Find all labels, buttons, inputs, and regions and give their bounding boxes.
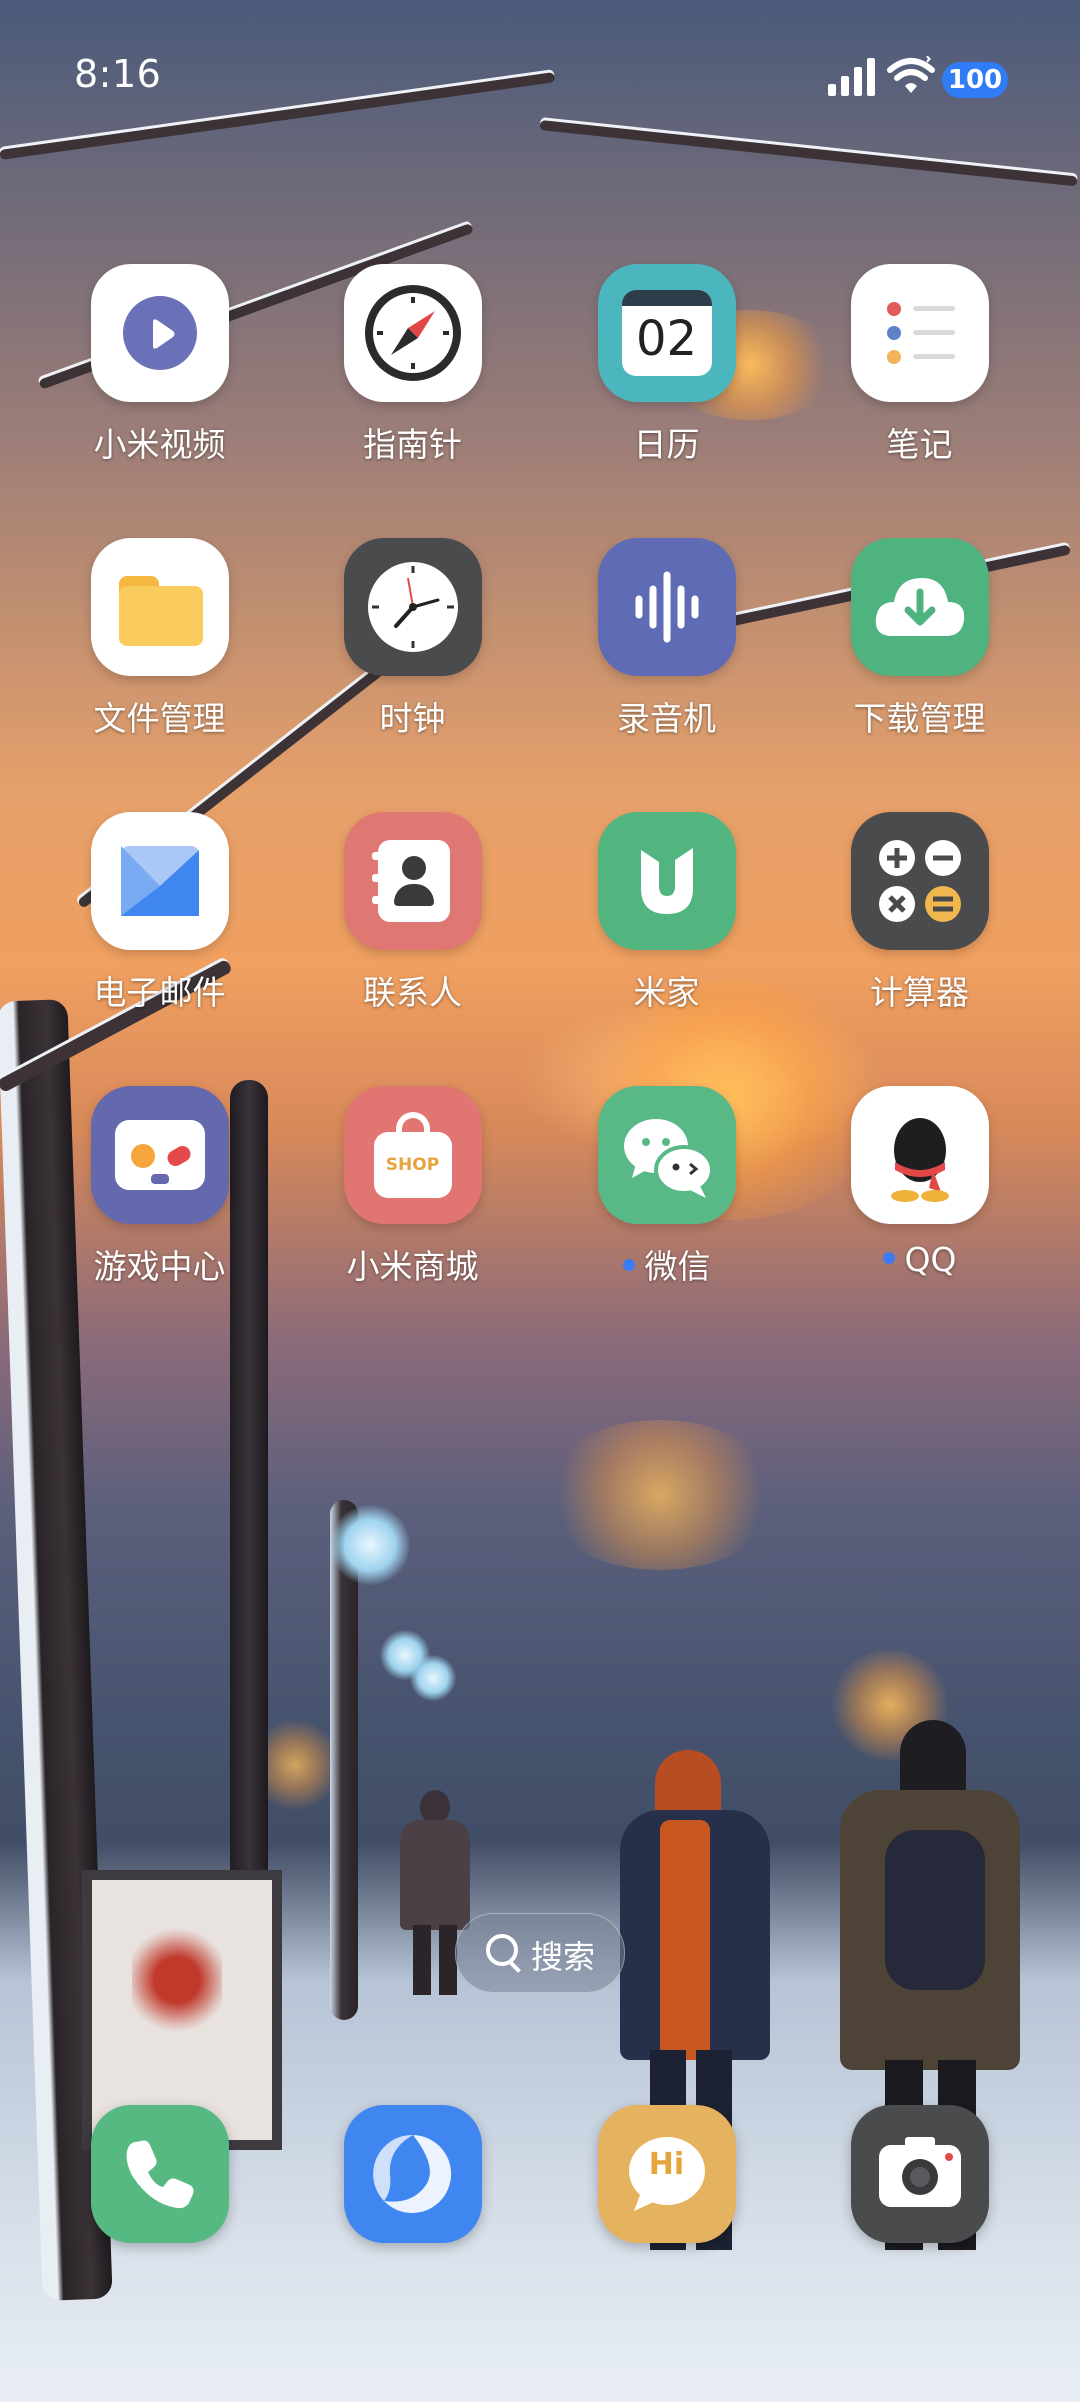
phone-icon[interactable]	[90, 2105, 229, 2243]
status-time: 8:16	[74, 52, 162, 96]
app-calendar[interactable]: 02 日历	[540, 264, 793, 466]
new-update-dot	[622, 1258, 635, 1271]
notes-icon[interactable]	[850, 264, 989, 402]
dock-messages[interactable]: Hi	[540, 2105, 793, 2243]
app-mi-store[interactable]: SHOP 小米商城	[286, 1086, 539, 1288]
lamp-glow	[250, 1720, 340, 1810]
app-mi-video[interactable]: 小米视频	[33, 264, 286, 466]
search-icon	[486, 1934, 518, 1966]
app-qq[interactable]: QQ	[793, 1086, 1046, 1279]
dock-browser[interactable]	[286, 2105, 539, 2243]
street-lamp	[410, 1655, 456, 1701]
app-label: 录音机	[617, 699, 716, 738]
app-notes[interactable]: 笔记	[793, 264, 1046, 466]
download-manager-icon[interactable]	[850, 538, 989, 676]
street-lamp	[330, 1505, 410, 1585]
tree-lights-glow	[540, 1420, 780, 1570]
app-calculator[interactable]: 计算器	[793, 812, 1046, 1014]
app-label: 微信	[644, 1247, 711, 1286]
compass-icon[interactable]	[343, 264, 482, 402]
new-update-dot	[882, 1251, 895, 1264]
contacts-icon[interactable]	[343, 812, 482, 950]
app-download-manager[interactable]: 下载管理	[793, 538, 1046, 740]
street-lamp	[380, 1630, 430, 1680]
cellular-signal-icon	[828, 58, 878, 96]
app-label: 下载管理	[853, 699, 986, 738]
app-contacts[interactable]: 联系人	[286, 812, 539, 1014]
dock-camera[interactable]	[793, 2105, 1046, 2243]
game-center-icon[interactable]	[90, 1086, 229, 1224]
app-label: 米家	[633, 973, 700, 1012]
app-label-row: QQ	[793, 1240, 1046, 1279]
calendar-date: 02	[635, 311, 698, 367]
app-compass[interactable]: 指南针	[286, 264, 539, 466]
clock-icon[interactable]	[343, 538, 482, 676]
email-icon[interactable]	[90, 812, 229, 950]
app-label-row: 微信	[540, 1240, 793, 1288]
app-wechat[interactable]: 微信	[540, 1086, 793, 1288]
app-label: 小米视频	[93, 425, 226, 464]
app-label: 时钟	[379, 699, 446, 738]
mi-video-icon[interactable]	[90, 264, 229, 402]
messages-icon[interactable]: Hi	[597, 2105, 736, 2243]
mijia-icon[interactable]	[597, 812, 736, 950]
app-label: 联系人	[363, 973, 462, 1012]
app-label: 计算器	[870, 973, 969, 1012]
camera-icon[interactable]	[850, 2105, 989, 2243]
shop-bag-text: SHOP	[373, 1132, 452, 1198]
calendar-icon[interactable]: 02	[597, 264, 736, 402]
qq-icon[interactable]	[850, 1086, 989, 1224]
branch	[539, 120, 1078, 187]
app-clock[interactable]: 时钟	[286, 538, 539, 740]
battery-indicator: 100	[942, 62, 1008, 98]
status-bar: 8:16 100	[0, 50, 1080, 110]
home-search-button[interactable]: 搜索	[455, 1913, 625, 1993]
app-recorder[interactable]: 录音机	[540, 538, 793, 740]
lamp-glow	[830, 1650, 950, 1760]
app-label: 小米商城	[346, 1247, 479, 1286]
wechat-icon[interactable]	[597, 1086, 736, 1224]
app-file-manager[interactable]: 文件管理	[33, 538, 286, 740]
tree-trunk	[330, 1500, 358, 2020]
app-label: 文件管理	[93, 699, 226, 738]
app-label: 日历	[633, 425, 700, 464]
app-email[interactable]: 电子邮件	[33, 812, 286, 1014]
app-label: 笔记	[886, 425, 953, 464]
search-label: 搜索	[531, 1938, 596, 1976]
app-label: 电子邮件	[93, 973, 226, 1012]
dock-phone[interactable]	[33, 2105, 286, 2243]
recorder-icon[interactable]	[597, 538, 736, 676]
messages-hi-text: Hi	[648, 2147, 685, 2182]
app-label: 游戏中心	[93, 1247, 226, 1286]
calculator-icon[interactable]	[850, 812, 989, 950]
app-game-center[interactable]: 游戏中心	[33, 1086, 286, 1288]
wifi-icon	[887, 56, 935, 93]
app-label: QQ	[904, 1240, 957, 1279]
app-label: 指南针	[363, 425, 462, 464]
app-mijia[interactable]: 米家	[540, 812, 793, 1014]
browser-icon[interactable]	[343, 2105, 482, 2243]
mi-store-icon[interactable]: SHOP	[343, 1086, 482, 1224]
file-manager-icon[interactable]	[90, 538, 229, 676]
